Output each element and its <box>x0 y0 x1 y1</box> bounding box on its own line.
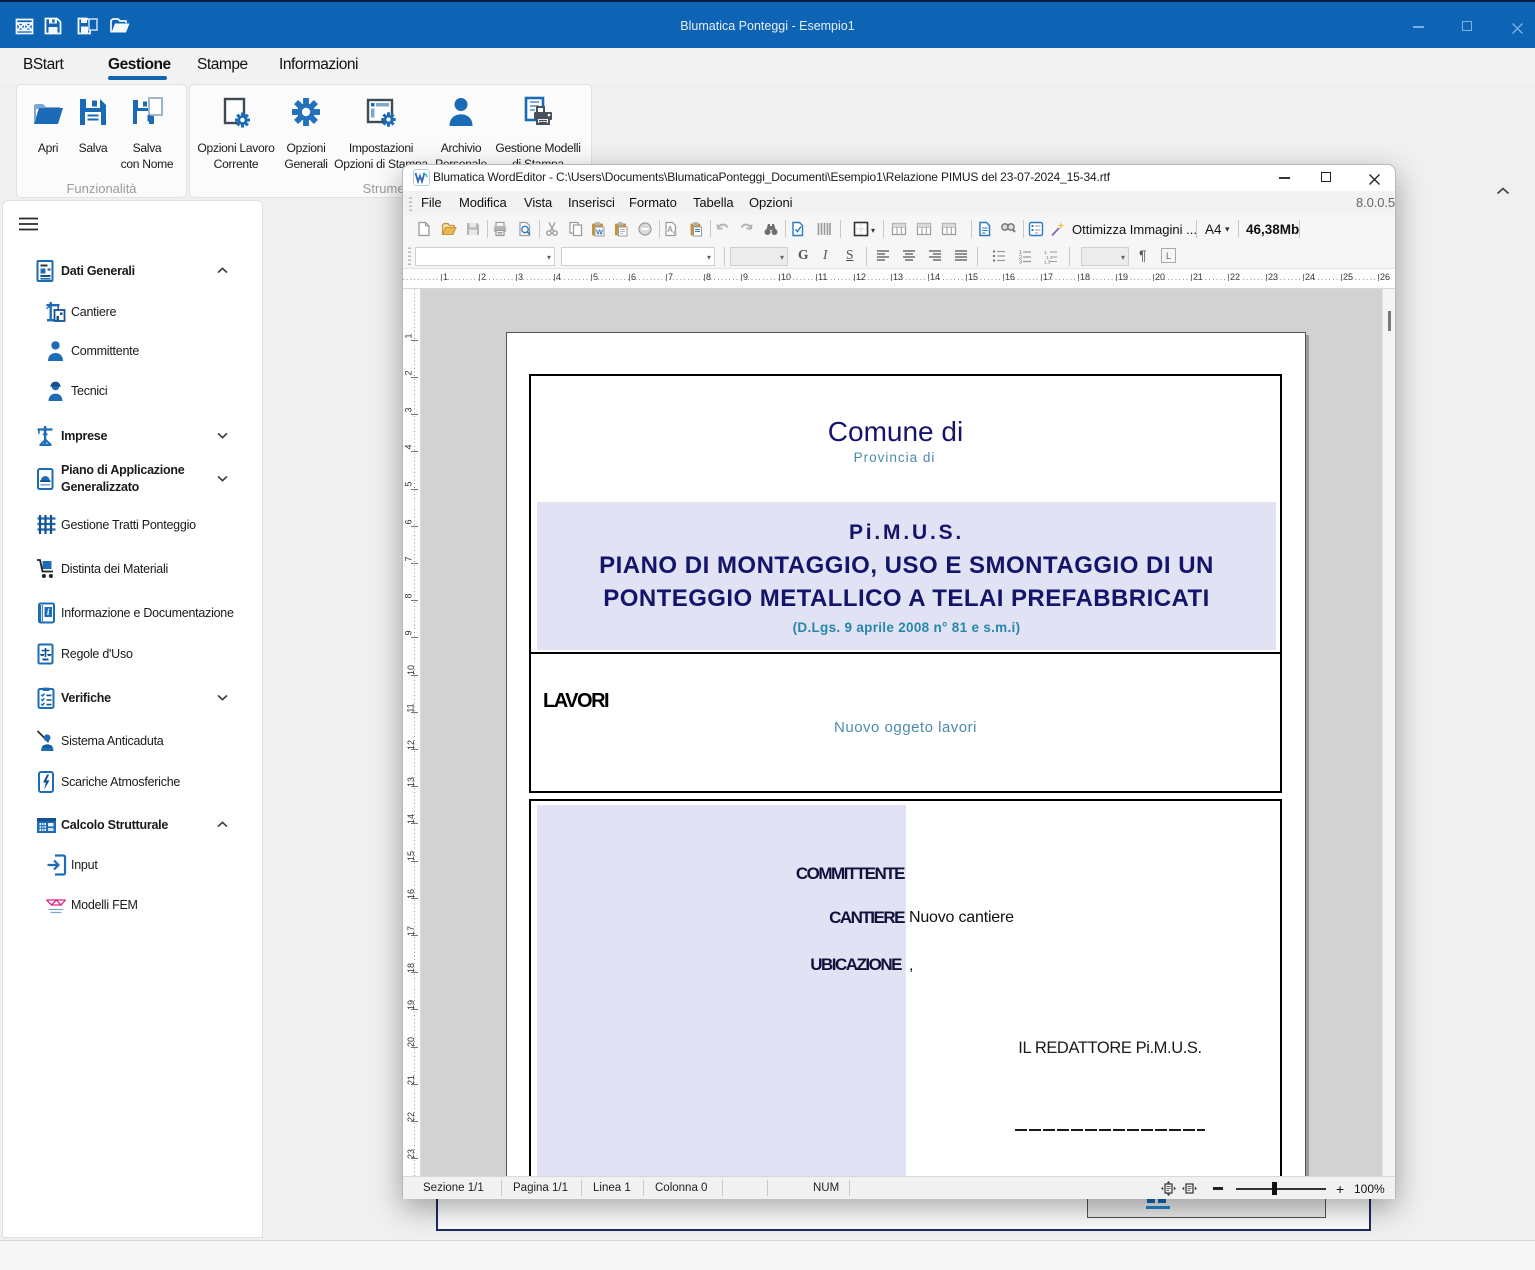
svg-text:3: 3 <box>1019 260 1022 265</box>
svg-text:1.3: 1.3 <box>1044 260 1051 265</box>
svg-text:W: W <box>596 228 604 237</box>
svg-text:A: A <box>667 225 673 234</box>
svg-text:i: i <box>47 608 50 618</box>
